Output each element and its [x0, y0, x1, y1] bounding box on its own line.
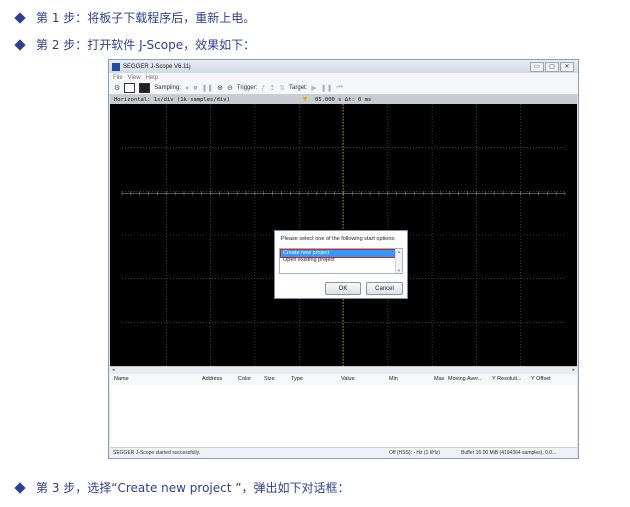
reset-icon[interactable]: ⏮ — [337, 84, 343, 92]
target-label: Target: — [289, 85, 308, 91]
col-max[interactable]: Max — [434, 376, 444, 382]
zoom-in-icon[interactable]: ⊕ — [217, 84, 223, 92]
bullet-diamond-icon — [14, 38, 26, 51]
minimize-icon[interactable]: ▭ — [530, 62, 544, 72]
window-titlebar: SEGGER J-Scope V6.11j ▭ ▢ ✕ — [109, 60, 578, 73]
col-type[interactable]: Type — [291, 376, 303, 382]
window-controls: ▭ ▢ ✕ — [530, 62, 574, 72]
menu-help[interactable]: Help — [146, 75, 158, 81]
status-message: SEGGER J-Scope started successfully. — [113, 450, 201, 456]
status-mode: Off (HSS): - Hz (1 kHz) — [389, 450, 441, 456]
col-value[interactable]: Value — [341, 376, 355, 382]
sampling-label: Sampling: — [154, 85, 181, 91]
stop-icon[interactable]: ■ — [193, 85, 197, 92]
scroll-left-icon[interactable]: ◂ — [112, 367, 115, 373]
start-options-dialog: Please select one of the following start… — [274, 230, 408, 299]
dialog-prompt: Please select one of the following start… — [281, 236, 396, 242]
step-2-text: 第 2 步：打开软件 J-Scope，效果如下： — [14, 36, 255, 53]
col-name[interactable]: Name — [114, 376, 129, 382]
step-1-text: 第 1 步：将板子下载程序后，重新上电。 — [14, 9, 255, 26]
col-color[interactable]: Color — [238, 376, 251, 382]
option-create-new-project[interactable]: Create new project — [280, 249, 397, 258]
record-icon[interactable]: ● — [185, 85, 189, 92]
scroll-down-icon[interactable]: ▼ — [396, 268, 402, 273]
list-mode-icon[interactable] — [139, 83, 151, 93]
horizontal-scale-label: Horizontal: 1s/div (1k samples/div) — [114, 96, 230, 103]
time-readout: 05.000 s Δt: 0 ms — [315, 96, 372, 103]
time-marker-icon[interactable]: ▼ — [303, 95, 307, 104]
list-scrollbar[interactable]: ▲ ▼ — [395, 249, 402, 273]
status-bar: SEGGER J-Scope started successfully. Off… — [110, 447, 577, 458]
option-open-existing-project[interactable]: Open existing project — [281, 257, 396, 264]
pause-icon[interactable]: ❚❚ — [201, 84, 213, 92]
col-y-offset[interactable]: Y Offset — [531, 376, 551, 382]
status-buffer: Buffer 16.00 MiB (4194304 samples), 0.0.… — [461, 450, 557, 456]
step-2-label: 第 2 步：打开软件 J-Scope，效果如下： — [36, 38, 256, 52]
step-3-label: 第 3 步，选择“Create new project ”，弹出如下对话框： — [36, 481, 350, 495]
col-moving-average[interactable]: Moving Aver... — [448, 376, 482, 382]
bullet-diamond-icon — [14, 481, 26, 494]
trigger-both-icon[interactable]: ⇅ — [279, 84, 285, 92]
col-y-resolution[interactable]: Y Resoluti... — [492, 376, 522, 382]
scroll-up-icon[interactable]: ▲ — [396, 249, 402, 254]
cancel-button[interactable]: Cancel — [366, 282, 403, 295]
gear-icon[interactable]: ⚙ — [114, 84, 120, 92]
col-address[interactable]: Address — [202, 376, 222, 382]
menu-file[interactable]: File — [113, 75, 123, 81]
halt-icon[interactable]: ❚❚ — [321, 84, 333, 92]
zoom-out-icon[interactable]: ⊖ — [227, 84, 233, 92]
step-1-label: 第 1 步：将板子下载程序后，重新上电。 — [36, 11, 256, 25]
play-icon[interactable]: ▶ — [311, 84, 316, 92]
maximize-icon[interactable]: ▢ — [545, 62, 559, 72]
toolbar: ⚙ Sampling: ● ■ ❚❚ ⊕ ⊖ Trigger: ƒ ↥ ⇅ Ta… — [109, 82, 578, 95]
menu-view[interactable]: View — [128, 75, 141, 81]
channel-table[interactable] — [110, 385, 577, 447]
bullet-diamond-icon — [14, 11, 26, 24]
col-size[interactable]: Size — [264, 376, 275, 382]
step-3-text: 第 3 步，选择“Create new project ”，弹出如下对话框： — [14, 479, 349, 496]
app-icon — [112, 62, 120, 71]
chart-mode-icon[interactable] — [124, 83, 136, 93]
scroll-right-icon[interactable]: ▸ — [572, 367, 575, 373]
trigger-falling-icon[interactable]: ↥ — [269, 84, 275, 92]
horizontal-scale-bar: Horizontal: 1s/div (1k samples/div) ▼ 05… — [110, 95, 577, 104]
close-icon[interactable]: ✕ — [560, 62, 574, 72]
menu-bar: File View Help — [109, 73, 578, 82]
window-title: SEGGER J-Scope V6.11j — [123, 63, 191, 70]
trigger-rising-icon[interactable]: ƒ — [261, 85, 265, 92]
col-min[interactable]: Min — [389, 376, 398, 382]
trigger-label: Trigger: — [236, 85, 258, 91]
ok-button[interactable]: OK — [325, 282, 361, 295]
start-options-list[interactable]: Create new project Open existing project… — [279, 248, 403, 274]
